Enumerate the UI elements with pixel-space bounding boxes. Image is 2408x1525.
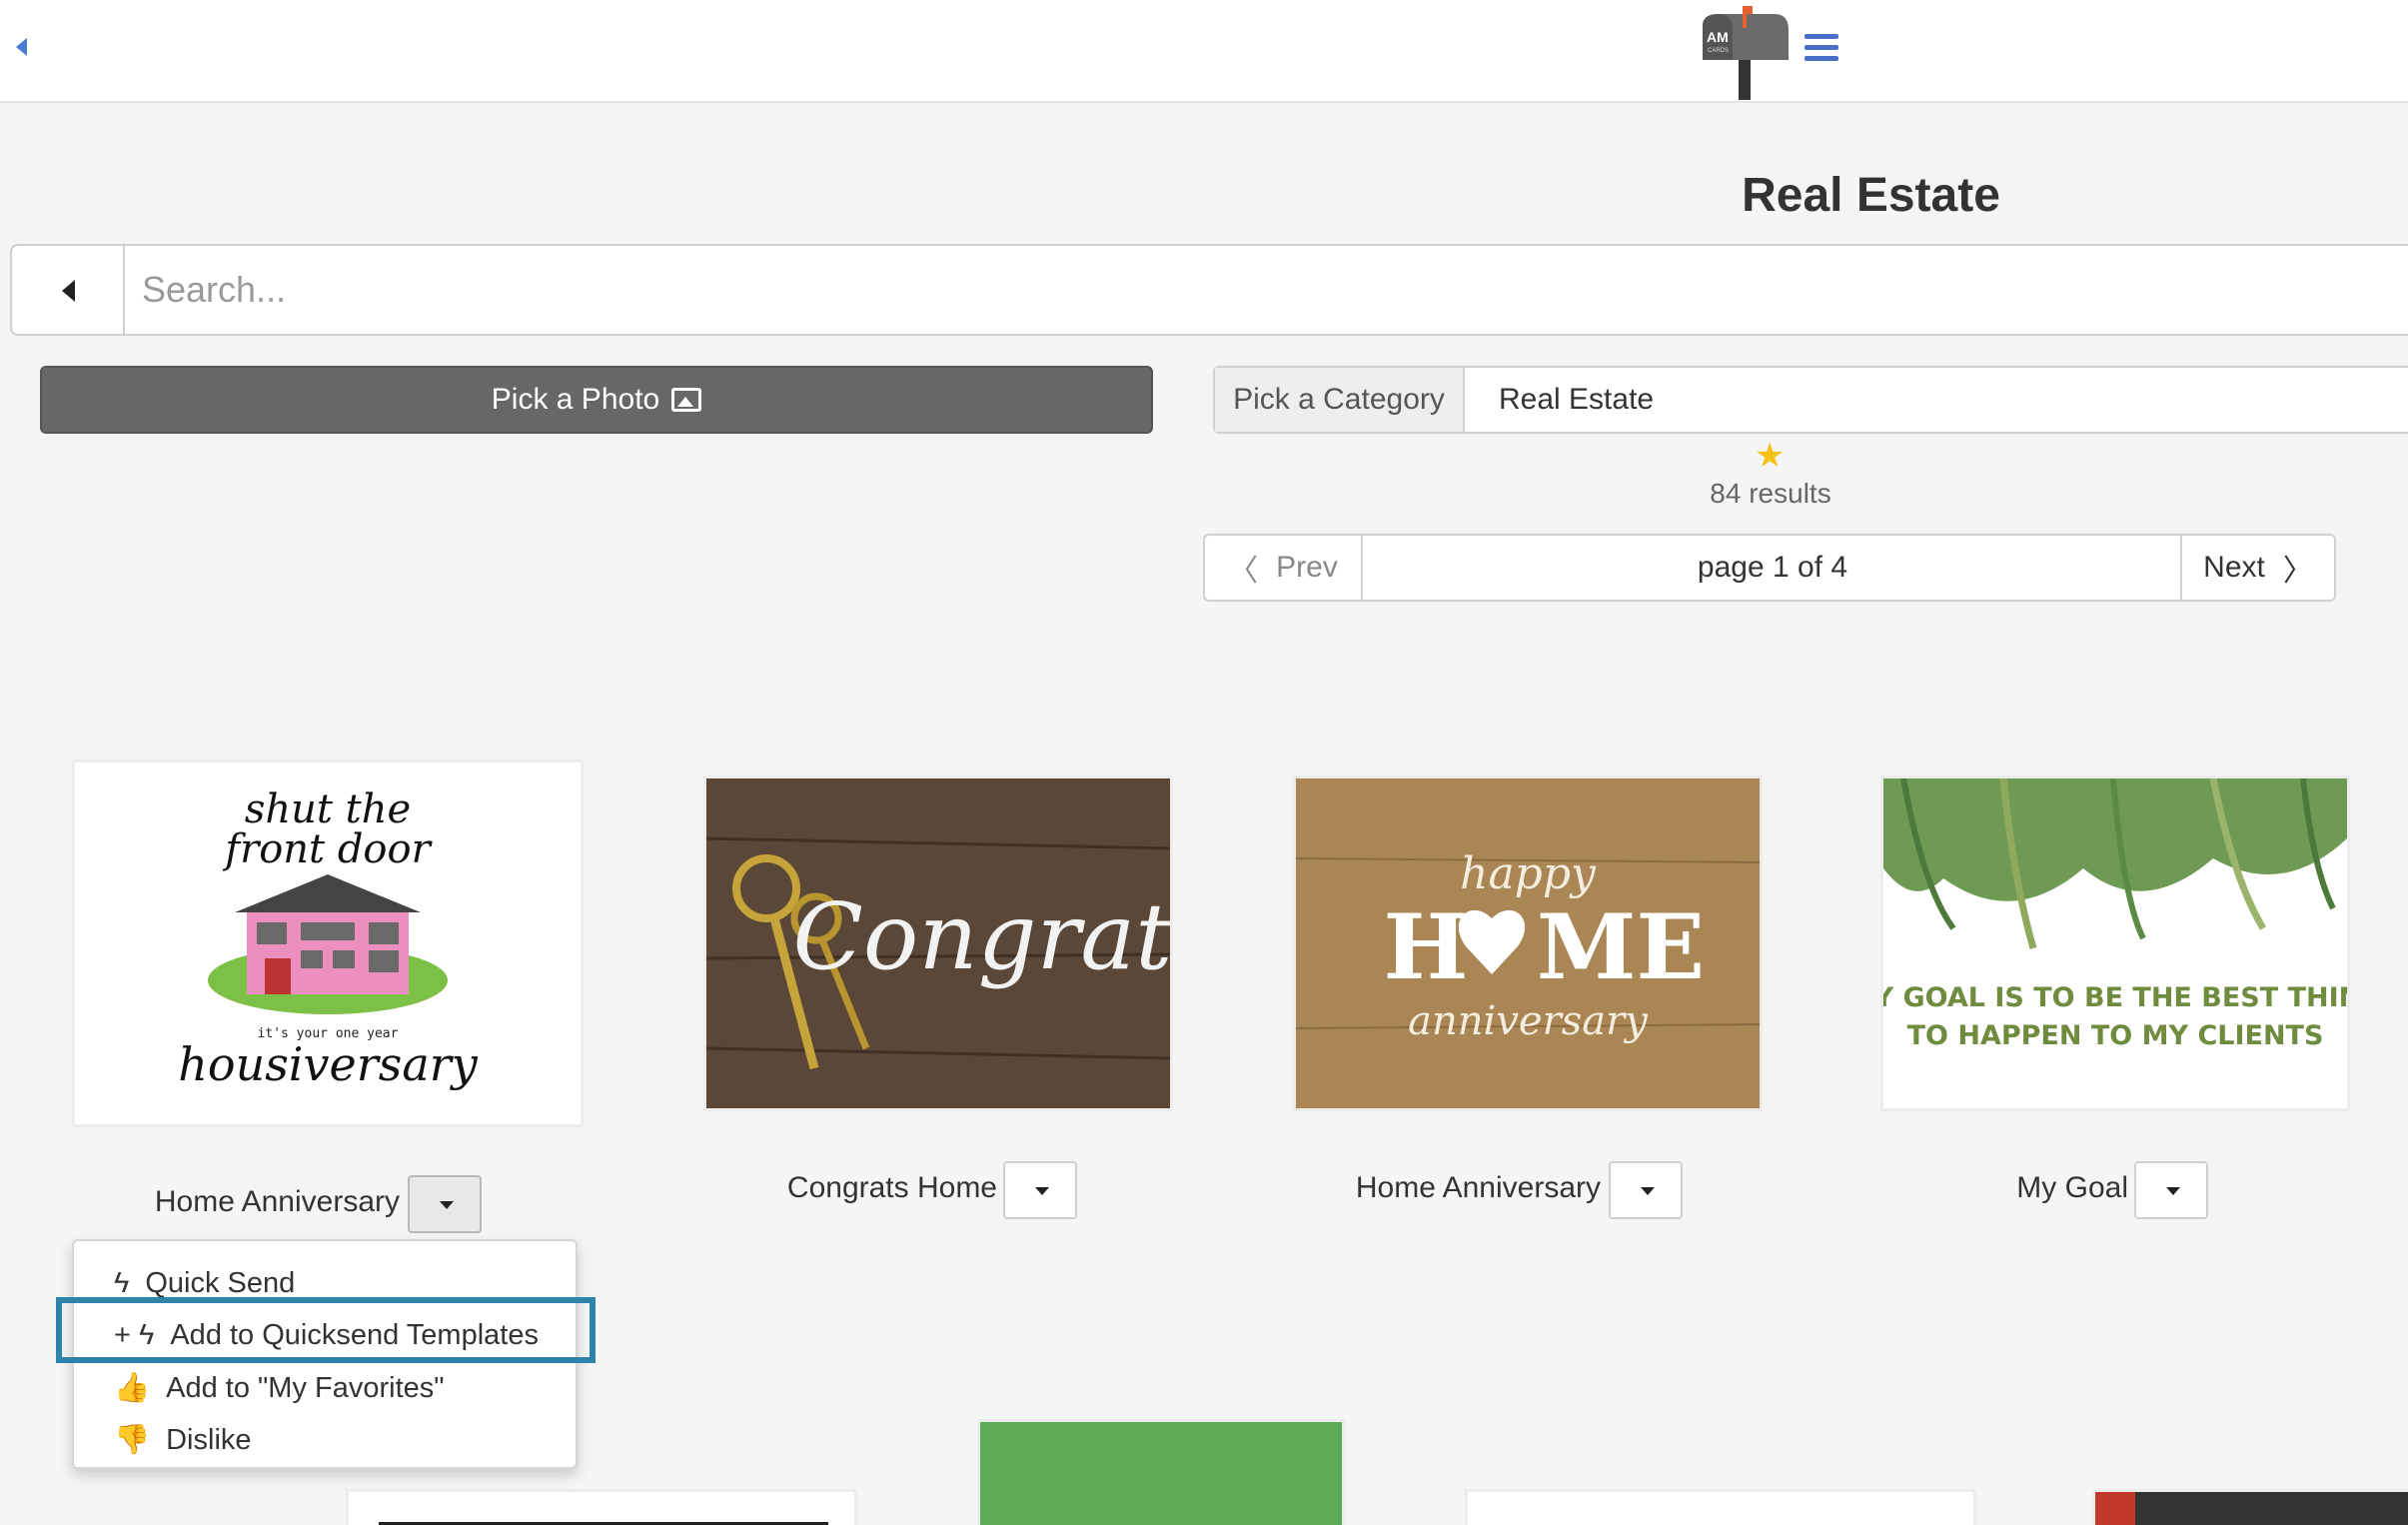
card-image[interactable]: shut the front door it's your one year h…: [72, 760, 584, 1127]
card-art-congrats: Congrats: [706, 778, 1170, 1108]
card-options-dropdown-button[interactable]: [1609, 1161, 1683, 1219]
card-image[interactable]: MY GOAL IS TO BE THE BEST THING TO HAPPE…: [1880, 775, 2350, 1111]
page-title: Real Estate: [1742, 169, 2000, 222]
chevron-left-icon: 〈: [1228, 555, 1259, 588]
prev-label: Prev: [1276, 551, 1338, 584]
svg-text:front door: front door: [222, 826, 433, 872]
card-image[interactable]: [1465, 1489, 1976, 1525]
caret-left-icon: [62, 280, 75, 302]
category-picker[interactable]: Pick a Category Real Estate: [1213, 366, 2408, 434]
menu-item-add-favorites[interactable]: 👍 Add to "My Favorites": [114, 1371, 445, 1405]
menu-item-highlight-box: [56, 1297, 596, 1363]
svg-text:ME: ME: [1537, 894, 1705, 1000]
card-label: Home Anniversary: [154, 1185, 400, 1218]
thumbs-up-icon: 👍: [114, 1372, 151, 1404]
card-label: Congrats Home: [786, 1171, 997, 1204]
prev-button[interactable]: 〈 Prev: [1205, 536, 1363, 600]
card-image[interactable]: [346, 1489, 857, 1525]
results-count: 84 results: [1710, 478, 1831, 509]
menu-item-dislike[interactable]: 👎 Dislike: [114, 1423, 252, 1457]
pick-photo-label: Pick a Photo: [491, 383, 660, 416]
image-icon: [671, 388, 702, 412]
svg-text:MY GOAL IS TO BE THE BEST THIN: MY GOAL IS TO BE THE BEST THING: [1883, 982, 2347, 1013]
star-icon[interactable]: ★: [1755, 436, 1785, 476]
search-back-button[interactable]: [12, 246, 125, 334]
card-image[interactable]: [2092, 1489, 2408, 1525]
bolt-icon: ϟ: [114, 1267, 130, 1299]
search-bar: [10, 244, 2408, 336]
pick-photo-button[interactable]: Pick a Photo: [40, 366, 1153, 434]
svg-text:TO HAPPEN TO MY CLIENTS: TO HAPPEN TO MY CLIENTS: [1907, 1020, 2324, 1051]
caret-left-icon[interactable]: [16, 38, 27, 56]
card-image[interactable]: [977, 1419, 1345, 1525]
svg-text:H: H: [1383, 894, 1468, 1000]
svg-text:housiversary: housiversary: [178, 1037, 478, 1091]
card-options-dropdown-button[interactable]: [2134, 1161, 2208, 1219]
card-art-happy-home: happy H ME anniversary: [1296, 778, 1760, 1108]
svg-text:Congrats: Congrats: [793, 883, 1170, 990]
svg-text:happy: happy: [1460, 848, 1597, 899]
card-options-dropdown-button[interactable]: [1003, 1161, 1077, 1219]
card-label: My Goal: [2016, 1171, 2128, 1204]
category-label[interactable]: Pick a Category: [1215, 368, 1465, 432]
card-label: Home Anniversary: [1355, 1171, 1601, 1204]
card-image[interactable]: Congrats: [703, 775, 1173, 1111]
chevron-right-icon: 〉: [2282, 555, 2313, 588]
pagination: 〈 Prev page 1 of 4 Next 〉: [1203, 534, 2336, 602]
card-image[interactable]: happy H ME anniversary: [1293, 775, 1763, 1111]
svg-text:anniversary: anniversary: [1408, 998, 1649, 1044]
page-indicator: page 1 of 4: [1697, 551, 1848, 584]
card-options-dropdown-button[interactable]: [408, 1175, 482, 1233]
search-input[interactable]: [142, 246, 2340, 334]
hamburger-menu-icon[interactable]: [1805, 34, 1838, 62]
menu-item-quick-send[interactable]: ϟ Quick Send: [114, 1267, 295, 1300]
next-button[interactable]: Next 〉: [2180, 536, 2334, 600]
logo-subtext: CARDS: [1708, 48, 1729, 54]
logo-text: AM: [1707, 29, 1729, 45]
next-label: Next: [2203, 551, 2265, 584]
top-bar: AM CARDS: [0, 0, 2408, 103]
mailbox-logo-icon[interactable]: AM CARDS: [1699, 4, 1791, 100]
category-value[interactable]: Real Estate: [1499, 368, 1654, 432]
thumbs-down-icon: 👎: [114, 1424, 151, 1456]
card-art-housiversary: shut the front door it's your one year h…: [178, 786, 478, 1091]
card-art-my-goal: MY GOAL IS TO BE THE BEST THING TO HAPPE…: [1883, 778, 2347, 1108]
